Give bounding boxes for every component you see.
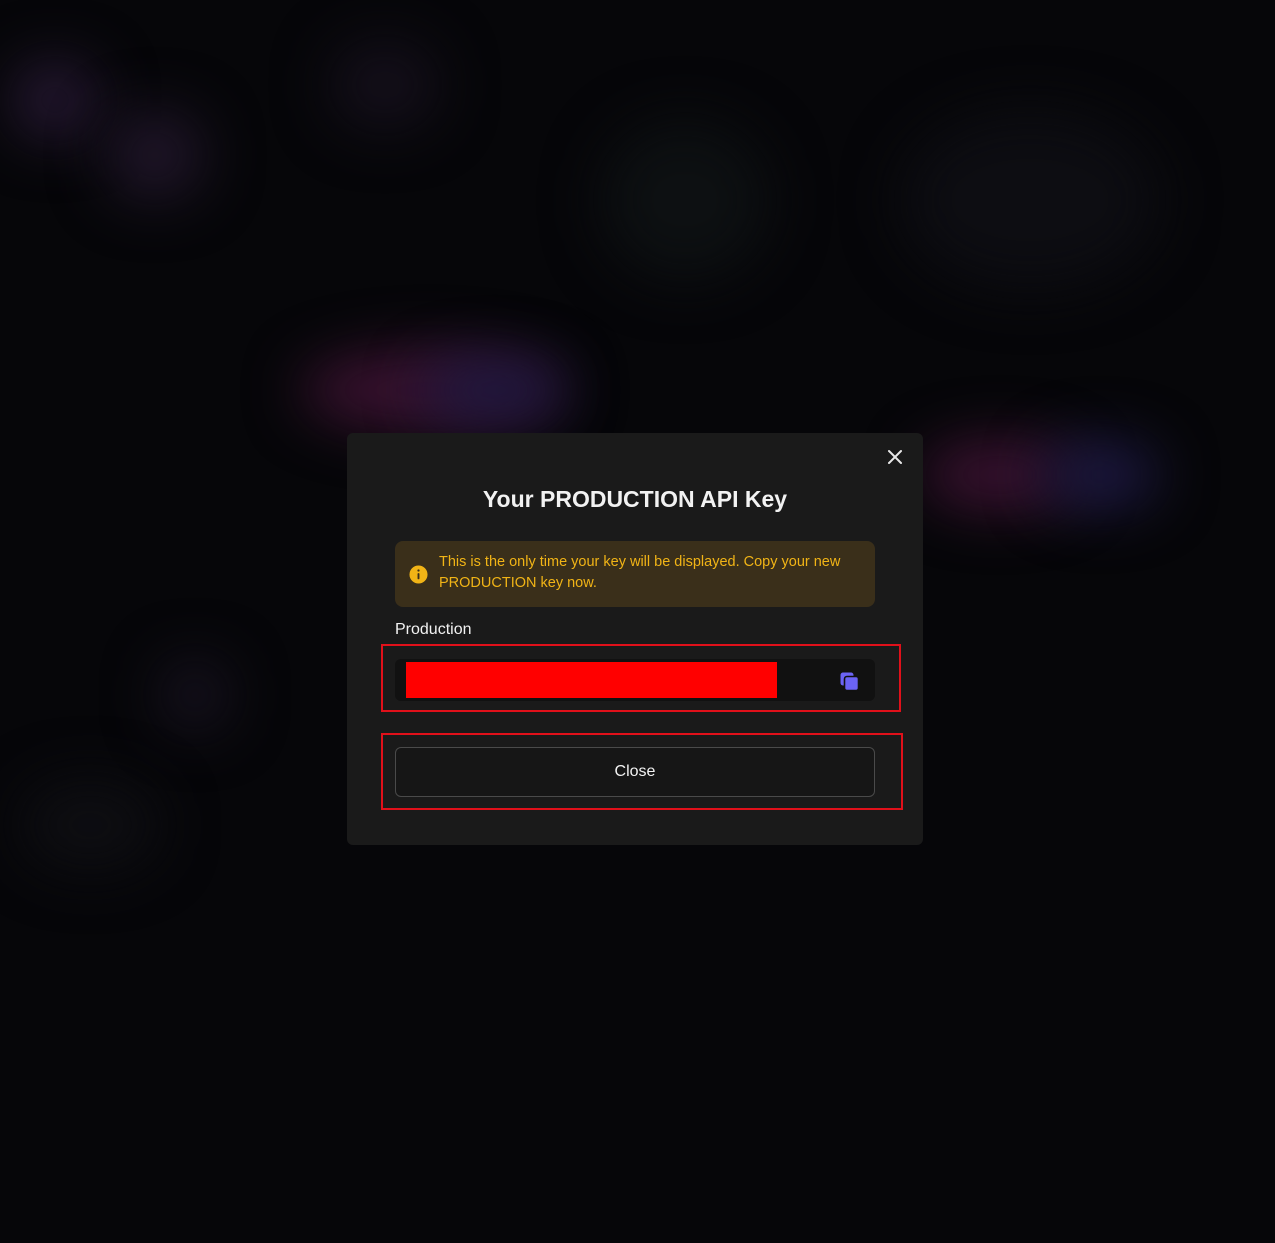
api-key-value[interactable]	[406, 662, 777, 698]
modal-title: Your PRODUCTION API Key	[482, 486, 788, 512]
api-key-field[interactable]	[395, 659, 875, 701]
background-blur-shape	[160, 660, 230, 730]
background-blur-shape	[105, 110, 205, 200]
background-blur-shape	[900, 110, 1160, 290]
close-button[interactable]: Close	[395, 747, 875, 797]
background-blur-shape	[600, 120, 770, 280]
warning-text: This is the only time your key will be d…	[439, 554, 841, 591]
copy-icon[interactable]	[839, 671, 861, 693]
background-blur-shape	[1040, 440, 1160, 510]
background-blur-shape	[20, 780, 160, 870]
close-icon[interactable]	[883, 445, 907, 469]
background-blur-shape	[10, 60, 100, 140]
info-icon	[409, 565, 428, 584]
production-key-label: Production	[395, 621, 472, 638]
api-key-modal: Your PRODUCTION API Key This is the only…	[347, 433, 923, 845]
background-blur-shape	[420, 360, 570, 420]
background-blur-shape	[330, 40, 440, 130]
warning-banner: This is the only time your key will be d…	[395, 541, 875, 607]
